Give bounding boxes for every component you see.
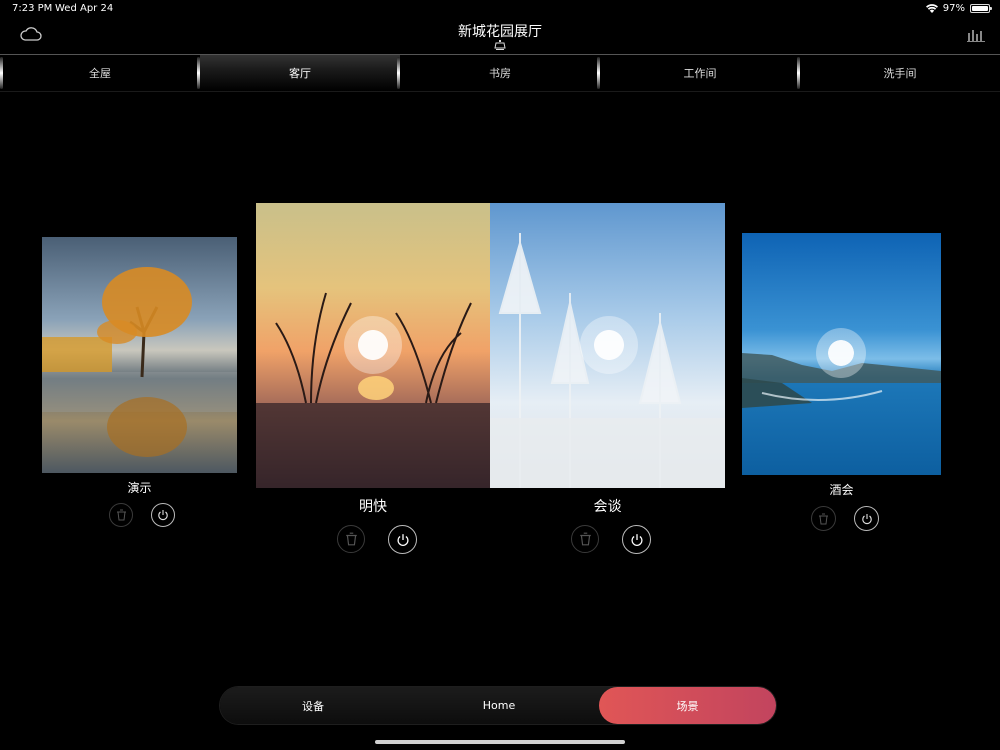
- nav-label: 设备: [302, 699, 324, 713]
- delete-button[interactable]: [811, 506, 836, 531]
- tab-whole-house[interactable]: 全屋: [0, 55, 200, 91]
- status-time: 7:23 PM: [12, 3, 53, 14]
- room-tabs: 全屋 客厅 书房 工作间 洗手间: [0, 55, 1000, 92]
- page-title: 新城花园展厅: [458, 24, 542, 40]
- power-button[interactable]: [622, 525, 651, 554]
- power-button[interactable]: [854, 506, 879, 531]
- trash-icon: [579, 532, 591, 546]
- bottom-nav: 设备 Home 场景: [220, 687, 776, 724]
- tab-workroom[interactable]: 工作间: [600, 55, 800, 91]
- tab-label: 书房: [489, 67, 511, 80]
- trash-icon: [819, 513, 828, 524]
- tab-label: 工作间: [683, 67, 717, 80]
- tab-living-room[interactable]: 客厅: [200, 55, 400, 91]
- scene-active-glow: [344, 316, 402, 374]
- nav-label: Home: [482, 699, 516, 712]
- equalizer-icon[interactable]: [967, 28, 985, 42]
- tab-study[interactable]: 书房: [400, 55, 600, 91]
- scene-photo[interactable]: [742, 233, 941, 475]
- home-indicator[interactable]: [375, 740, 625, 744]
- power-button[interactable]: [151, 503, 175, 527]
- scene-label: 演示: [127, 481, 152, 495]
- nav-home[interactable]: Home: [406, 687, 592, 724]
- header: 新城花园展厅: [0, 18, 1000, 55]
- tab-washroom[interactable]: 洗手间: [800, 55, 1000, 91]
- nav-label: 场景: [676, 699, 699, 713]
- scene-label: 酒会: [829, 483, 854, 497]
- tab-label: 洗手间: [883, 67, 917, 80]
- scene-card: 会谈: [490, 203, 725, 555]
- scene-photo[interactable]: [490, 203, 725, 488]
- scene-photo[interactable]: [42, 237, 237, 473]
- power-icon: [861, 513, 872, 524]
- scene-card: 演示: [42, 237, 237, 532]
- status-date: Wed Apr 24: [55, 3, 114, 14]
- scene-label: 明快: [359, 499, 387, 515]
- power-icon: [631, 533, 642, 546]
- scene-label: 会谈: [593, 499, 622, 515]
- power-icon: [158, 510, 168, 521]
- scene-card: 明快: [256, 203, 490, 555]
- trash-icon: [116, 509, 126, 521]
- power-button[interactable]: [388, 525, 417, 554]
- trash-icon: [345, 532, 357, 546]
- nav-scenes[interactable]: 场景: [599, 687, 776, 724]
- scene-active-glow: [580, 316, 638, 374]
- scene-active-glow: [816, 328, 866, 378]
- wifi-icon: [925, 4, 938, 13]
- tab-label: 全屋: [89, 67, 111, 80]
- nav-devices[interactable]: 设备: [220, 687, 406, 724]
- delete-button[interactable]: [571, 525, 599, 553]
- battery-icon: [970, 4, 992, 13]
- delete-button[interactable]: [337, 525, 365, 553]
- tree-image: [42, 267, 237, 457]
- tab-label: 客厅: [289, 67, 311, 80]
- battery-percent: 97%: [942, 3, 965, 14]
- scene-card: 酒会: [742, 233, 941, 533]
- delete-button[interactable]: [109, 503, 133, 527]
- scene-photo[interactable]: [256, 203, 490, 488]
- status-right: 97%: [925, 3, 992, 14]
- status-bar: 7:23 PM Wed Apr 24 97%: [0, 0, 1000, 18]
- power-icon: [397, 533, 408, 546]
- light-fixture-icon[interactable]: [494, 40, 506, 50]
